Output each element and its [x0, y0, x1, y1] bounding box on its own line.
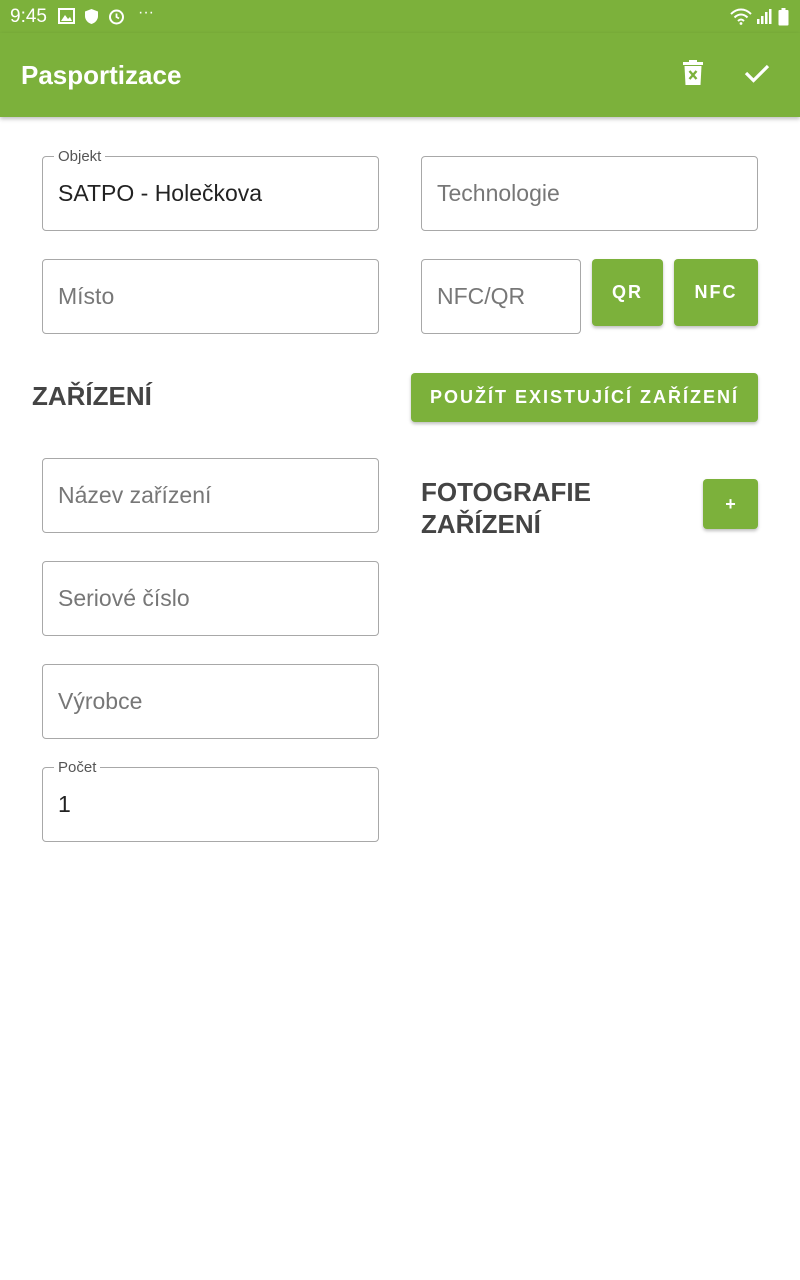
technologie-field[interactable]	[421, 156, 758, 231]
delete-button[interactable]	[675, 57, 711, 93]
check-icon	[744, 63, 770, 88]
vyrobce-input[interactable]	[58, 665, 363, 738]
nazev-input[interactable]	[58, 459, 363, 532]
nazev-field[interactable]	[42, 458, 379, 533]
battery-icon	[778, 8, 789, 31]
delete-icon	[682, 59, 704, 91]
shield-icon	[84, 8, 99, 30]
status-time: 9:45	[10, 6, 47, 27]
vyrobce-field[interactable]	[42, 664, 379, 739]
fotografie-heading-line1: FOTOGRAFIE	[421, 477, 591, 507]
status-bar: 9:45 ···	[0, 0, 800, 33]
seriove-cislo-input[interactable]	[58, 562, 363, 635]
overflow-dots: ···	[138, 4, 154, 21]
pocet-field[interactable]: Počet	[42, 759, 379, 842]
pocet-input[interactable]	[58, 768, 363, 841]
fotografie-heading-line2: ZAŘÍZENÍ	[421, 509, 541, 539]
objekt-input[interactable]	[58, 157, 363, 230]
technologie-input[interactable]	[437, 157, 742, 230]
fotografie-heading: FOTOGRAFIE ZAŘÍZENÍ	[421, 476, 591, 540]
add-photo-button[interactable]: +	[703, 479, 758, 529]
nfc-qr-input[interactable]	[437, 260, 565, 333]
page-title: Pasportizace	[21, 60, 182, 90]
alarm-icon	[108, 8, 125, 30]
image-icon	[58, 8, 75, 29]
misto-input[interactable]	[58, 260, 363, 333]
nfc-qr-field[interactable]	[421, 259, 581, 334]
use-existing-device-button[interactable]: POUŽÍT EXISTUJÍCÍ ZAŘÍZENÍ	[411, 373, 758, 422]
seriove-cislo-field[interactable]	[42, 561, 379, 636]
objekt-field[interactable]: Objekt	[42, 148, 379, 231]
confirm-button[interactable]	[739, 57, 775, 93]
zarizeni-heading: ZAŘÍZENÍ	[32, 381, 152, 411]
qr-button[interactable]: QR	[592, 259, 663, 326]
misto-field[interactable]	[42, 259, 379, 334]
signal-icon	[756, 8, 772, 30]
nfc-button[interactable]: NFC	[674, 259, 758, 326]
app-bar: Pasportizace	[0, 33, 800, 117]
wifi-icon	[730, 8, 752, 30]
